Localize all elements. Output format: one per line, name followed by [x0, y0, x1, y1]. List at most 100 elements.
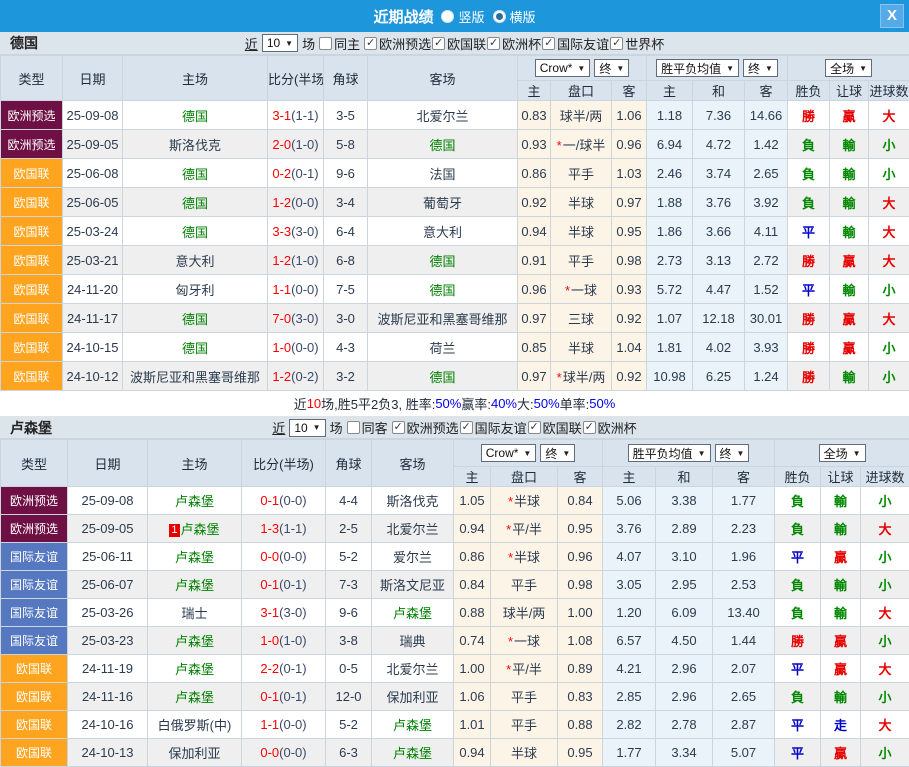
radio-label[interactable]: 横版 [510, 7, 536, 26]
competition-filter[interactable]: ✓国际友谊 [460, 418, 527, 437]
home-team: 1卢森堡 [148, 515, 242, 543]
match-count-select[interactable]: 10▼ [262, 34, 298, 52]
corners: 7-3 [326, 571, 372, 599]
competition-filter[interactable]: ✓国际友谊 [542, 34, 609, 53]
checkbox-icon[interactable]: ✓ [610, 37, 623, 50]
match-date: 25-09-08 [63, 101, 123, 130]
match-type-badge: 欧洲预选 [1, 515, 68, 543]
scope-select[interactable]: 全场▼ [825, 59, 872, 77]
match-date: 25-03-21 [63, 246, 123, 275]
odds-group-header: Crow*▼ 终▼ [518, 56, 647, 81]
match-type-badge: 欧国联 [1, 333, 63, 362]
match-date: 25-06-07 [68, 571, 148, 599]
competition-filter[interactable]: ✓欧洲杯 [583, 418, 637, 437]
avg-time-select[interactable]: 终▼ [743, 59, 778, 77]
near-link[interactable]: 近 [245, 34, 258, 53]
avg-time-select[interactable]: 终▼ [715, 444, 750, 462]
avg-select[interactable]: 胜平负均值▼ [656, 59, 739, 77]
checkbox-icon[interactable]: ✓ [392, 421, 405, 434]
same-venue-filter[interactable]: 同客 [347, 418, 388, 437]
competition-filter[interactable]: ✓欧国联 [432, 34, 486, 53]
avg-draw: 3.34 [656, 739, 713, 767]
corners: 6-8 [324, 246, 368, 275]
odds-time-select[interactable]: 终▼ [594, 59, 629, 77]
bookmaker-select[interactable]: Crow*▼ [481, 444, 537, 462]
star-icon: * [508, 494, 513, 509]
score: 2-2(0-1) [242, 655, 326, 683]
avg-away: 30.01 [745, 304, 788, 333]
avg-draw: 7.36 [693, 101, 745, 130]
checkbox-icon[interactable]: ✓ [528, 421, 541, 434]
odds-home: 0.93 [518, 130, 551, 159]
col-score: 比分(半场) [242, 440, 326, 487]
checkbox-icon[interactable]: ✓ [583, 421, 596, 434]
odds-home: 0.92 [518, 188, 551, 217]
match-date: 24-11-16 [68, 683, 148, 711]
handicap: *一球 [551, 275, 612, 304]
match-type-badge: 欧国联 [1, 188, 63, 217]
avg-home: 2.82 [603, 711, 656, 739]
match-date: 24-11-19 [68, 655, 148, 683]
avg-away: 2.23 [713, 515, 775, 543]
result-wdl: 負 [775, 487, 821, 515]
competition-filter[interactable]: ✓世界杯 [610, 34, 664, 53]
dropdown-arrow-icon: ▼ [523, 449, 531, 458]
odds-away: 1.08 [558, 627, 603, 655]
result-handicap: 贏 [830, 101, 869, 130]
odds-time-select[interactable]: 终▼ [540, 444, 575, 462]
scope-group-header: 全场▼ [788, 56, 909, 81]
odds-away: 1.03 [612, 159, 647, 188]
team-name: 卢森堡 [10, 418, 52, 438]
odds-home: 1.06 [454, 683, 491, 711]
radio-icon[interactable] [441, 10, 454, 23]
near-link[interactable]: 近 [272, 418, 285, 437]
corners: 2-5 [326, 515, 372, 543]
competition-filter[interactable]: ✓欧洲预选 [364, 34, 431, 53]
col-away: 客场 [372, 440, 454, 487]
subcol-handicap: 盘口 [491, 467, 558, 487]
same-venue-filter[interactable]: 同主 [319, 34, 360, 53]
checkbox-icon[interactable]: ✓ [432, 37, 445, 50]
scope-select[interactable]: 全场▼ [819, 444, 866, 462]
result-handicap: 贏 [821, 543, 861, 571]
score: 3-1(1-1) [268, 101, 324, 130]
radio-icon[interactable] [493, 10, 506, 23]
match-type-badge: 欧国联 [1, 246, 63, 275]
avg-away: 5.07 [713, 739, 775, 767]
checkbox-icon[interactable]: ✓ [364, 37, 377, 50]
result-goals: 小 [869, 130, 909, 159]
score: 0-0(0-0) [242, 739, 326, 767]
odds-home: 0.96 [518, 275, 551, 304]
avg-away: 1.52 [745, 275, 788, 304]
checkbox-icon[interactable] [319, 37, 332, 50]
star-icon: * [506, 522, 511, 537]
score: 0-0(0-0) [242, 543, 326, 571]
odds-away: 0.95 [558, 739, 603, 767]
odds-home: 0.94 [518, 217, 551, 246]
checkbox-icon[interactable]: ✓ [542, 37, 555, 50]
corners: 6-3 [326, 739, 372, 767]
team-section-germany: 德国 近 10▼ 场 同主 ✓欧洲预选✓欧国联✓欧洲杯✓国际友谊✓世界杯 类型 … [0, 32, 909, 417]
checkbox-icon[interactable]: ✓ [487, 37, 500, 50]
result-handicap: 贏 [821, 655, 861, 683]
match-type-badge: 欧国联 [1, 362, 63, 391]
score: 1-2(1-0) [268, 246, 324, 275]
match-type-badge: 欧国联 [1, 275, 63, 304]
competition-filter[interactable]: ✓欧洲预选 [392, 418, 459, 437]
radio-label[interactable]: 竖版 [458, 7, 484, 26]
avg-select[interactable]: 胜平负均值▼ [628, 444, 711, 462]
result-handicap: 輸 [830, 159, 869, 188]
away-team: 北爱尔兰 [372, 655, 454, 683]
subcol-away-odds: 客 [558, 467, 603, 487]
competition-filter[interactable]: ✓欧国联 [528, 418, 582, 437]
checkbox-icon[interactable]: ✓ [460, 421, 473, 434]
checkbox-icon[interactable] [347, 421, 360, 434]
match-count-select[interactable]: 10▼ [289, 419, 325, 437]
match-date: 24-10-16 [68, 711, 148, 739]
bookmaker-select[interactable]: Crow*▼ [535, 59, 591, 77]
layout-radio-horizontal[interactable]: 横版 [493, 7, 536, 26]
close-icon[interactable]: X [880, 4, 904, 28]
layout-radio-vertical[interactable]: 竖版 [441, 7, 484, 26]
competition-filter[interactable]: ✓欧洲杯 [487, 34, 541, 53]
result-handicap: 輸 [830, 362, 869, 391]
